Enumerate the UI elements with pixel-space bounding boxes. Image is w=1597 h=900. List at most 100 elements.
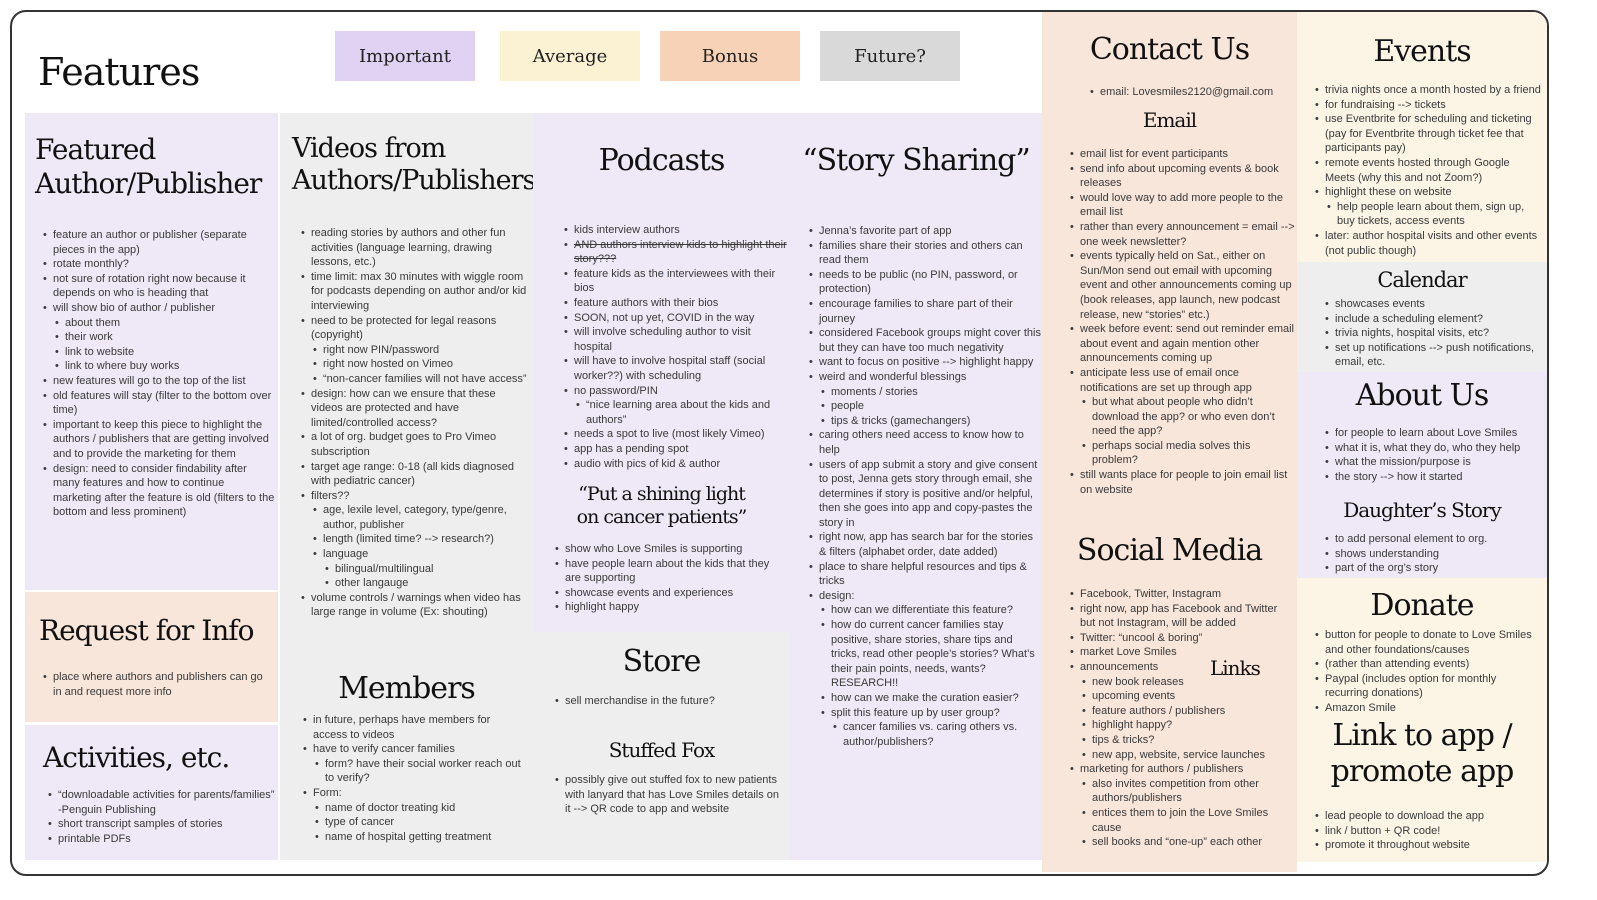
list-item-text: have people learn about the kids that th…	[565, 557, 770, 585]
list-item-text: what the mission/purpose is	[1335, 456, 1471, 469]
list-item-text: a lot of org. budget goes to Pro Vimeo s…	[311, 431, 497, 458]
section-heading-links: Links	[1210, 656, 1261, 680]
list-item: design: need to consider findability aft…	[43, 462, 275, 520]
list-item-text: right now, app has search bar for the st…	[819, 531, 1034, 559]
list-item-text: email list for event participants	[1080, 148, 1228, 160]
list-item: showcase events and experiences	[555, 586, 787, 601]
section-heading-stuffed-fox: Stuffed Fox	[608, 738, 716, 762]
section-heading-request-for-info: Request for Info	[39, 614, 255, 647]
bullet-list: button for people to donate to Love Smil…	[1312, 628, 1542, 716]
list-item-text: audio with pics of kid & author	[574, 457, 721, 470]
bullet-list: email: Lovesmiles2120@gmail.com	[1087, 85, 1297, 100]
list-item: about them	[55, 316, 275, 331]
list-item: right now PIN/password	[313, 343, 530, 358]
list-item-text: Paypal (includes option for monthly recu…	[1325, 672, 1497, 700]
list-item-text: entices them to join the Love Smiles cau…	[1092, 806, 1269, 834]
list-item: later: author hospital visits and other …	[1315, 229, 1542, 258]
list-item: Amazon Smile	[1315, 701, 1542, 716]
list-item: the story --> how it started	[1325, 470, 1547, 485]
list-item: design: how can we ensure that these vid…	[301, 387, 530, 431]
list-item: Jenna’s favorite part of app	[809, 224, 1042, 239]
bullet-list: feature an author or publisher (separate…	[40, 228, 275, 520]
bullet-list: name of doctor treating kid type of cance…	[313, 801, 525, 845]
list-item: trivia nights once a month hosted by a f…	[1315, 83, 1542, 98]
list-item-text: volume controls / warnings when video ha…	[311, 591, 521, 619]
list-item-text: Facebook, Twitter, Instagram	[1080, 588, 1222, 600]
list-item: length (limited time? --> research?)	[313, 532, 530, 547]
bullet-list: place where authors and publishers can g…	[40, 670, 270, 699]
list-item-text: “non-cancer families will not have acces…	[323, 372, 527, 385]
list-item-text: highlight happy?	[1092, 719, 1173, 732]
list-item-text: also invites competition from other auth…	[1092, 777, 1259, 805]
section-heading-email: Email	[1142, 108, 1197, 132]
list-item: not sure of rotation right now because i…	[43, 272, 275, 301]
story-sharing-panel: “Story Sharing” Jenna’s favorite part of …	[790, 113, 1042, 860]
list-item: right now hosted on Vimeo	[313, 357, 530, 372]
list-item-text: SOON, not up yet, COVID in the way	[574, 311, 755, 324]
list-item: upcoming events	[1082, 689, 1295, 704]
section-notes-email: email list for event participants send in…	[1067, 147, 1295, 497]
list-item: sell books and “one-up” each other	[1082, 835, 1295, 850]
list-item: tips & tricks?	[1082, 733, 1295, 748]
list-item-text: for people to learn about Love Smiles	[1335, 427, 1518, 439]
list-item-text: to add personal element to org.	[1335, 533, 1488, 545]
list-item-text: trivia nights once a month hosted by a f…	[1325, 84, 1541, 96]
list-item-text: cancer families vs. caring others vs. au…	[843, 721, 1018, 748]
section-notes-about-us: for people to learn about Love Smiles wha…	[1322, 426, 1547, 484]
list-item-text: (rather than attending events)	[1325, 658, 1470, 671]
list-item: remote events hosted through Google Meet…	[1315, 156, 1542, 185]
list-item: their work	[55, 330, 275, 345]
list-item-text: feature an author or publisher (separate…	[53, 229, 247, 256]
list-item-text: users of app submit a story and give con…	[819, 458, 1038, 529]
section-heading-contact-us: Contact Us	[1089, 32, 1250, 67]
bullet-list: to add personal element to org. shows und…	[1322, 532, 1542, 576]
list-item: other langauge	[325, 576, 530, 591]
list-item-text: feature authors / publishers	[1092, 704, 1226, 717]
list-item: will have to involve hospital staff (soc…	[564, 354, 789, 383]
list-item: but what about people who didn’t downloa…	[1082, 395, 1295, 439]
list-item: show who Love Smiles is supporting	[555, 542, 787, 557]
list-item: what it is, what they do, who they help	[1325, 441, 1547, 456]
bullet-list: show who Love Smiles is supporting have p…	[552, 542, 787, 615]
list-item-text: “nice learning area about the kids and a…	[586, 399, 771, 426]
section-heading-daughter-s-story: Daughter’s Story	[1343, 498, 1502, 522]
podcasts-panel: Podcasts kids interview authors AND author…	[533, 113, 790, 632]
list-item-text: for fundraising --> tickets	[1325, 98, 1446, 111]
list-item-text: families share their stories and others …	[819, 239, 1023, 267]
legend-tag-important: Important	[335, 31, 475, 81]
list-item: possibly give out stuffed fox to new pat…	[555, 773, 782, 817]
bullet-list: sell merchandise in the future?	[552, 694, 787, 709]
list-item-text: their work	[65, 331, 113, 344]
section-heading-story-sharing: “Story Sharing”	[802, 143, 1030, 178]
list-item: moments / stories	[821, 385, 1042, 400]
section-notes-featured-author-publisher: feature an author or publisher (separate…	[40, 228, 275, 520]
list-item-text: promote it throughout website	[1325, 839, 1470, 852]
list-item: button for people to donate to Love Smil…	[1315, 628, 1542, 657]
list-item-text: caring others need access to know how to…	[819, 429, 1024, 456]
list-item-text: anticipate less use of email once notifi…	[1080, 366, 1252, 394]
bullet-list: kids interview authors AND authors interv…	[561, 223, 789, 471]
section-heading-social-media: Social Media	[1076, 533, 1263, 568]
list-item: old features will stay (filter to the bo…	[43, 389, 275, 418]
list-item: type of cancer	[315, 815, 525, 830]
bullet-list: new book releases upcoming eventsfeature …	[1080, 675, 1295, 763]
legend-tag-bonus: Bonus	[660, 31, 800, 81]
list-item-text: name of hospital getting treatment	[325, 830, 492, 843]
list-item-text: market Love Smiles	[1080, 646, 1177, 659]
list-item: users of app submit a story and give con…	[809, 458, 1042, 531]
list-item: sell merchandise in the future?	[555, 694, 787, 709]
list-item-text: remote events hosted through Google Meet…	[1325, 156, 1510, 184]
list-item-text: email: Lovesmiles2120@gmail.com	[1100, 86, 1274, 98]
bullet-list: age, lexile level, category, type/genre,…	[311, 503, 530, 591]
list-item: “non-cancer families will not have acces…	[313, 372, 530, 387]
list-item: Facebook, Twitter, Instagram	[1070, 587, 1295, 602]
list-item: new app, website, service launches	[1082, 748, 1295, 763]
list-item-text: showcases events	[1335, 298, 1425, 310]
features-board: Features Important Average Bonus Future? Fe…	[10, 10, 1549, 876]
bullet-list: in future, perhaps have members for acce…	[300, 713, 525, 844]
list-item-text: type of cancer	[325, 816, 395, 829]
list-item-text: about them	[65, 316, 121, 329]
list-item-text: design: how can we ensure that these vid…	[311, 387, 496, 429]
bullet-list: showcases events include a scheduling ele…	[1322, 297, 1542, 370]
list-item-text: announcements	[1080, 660, 1159, 673]
